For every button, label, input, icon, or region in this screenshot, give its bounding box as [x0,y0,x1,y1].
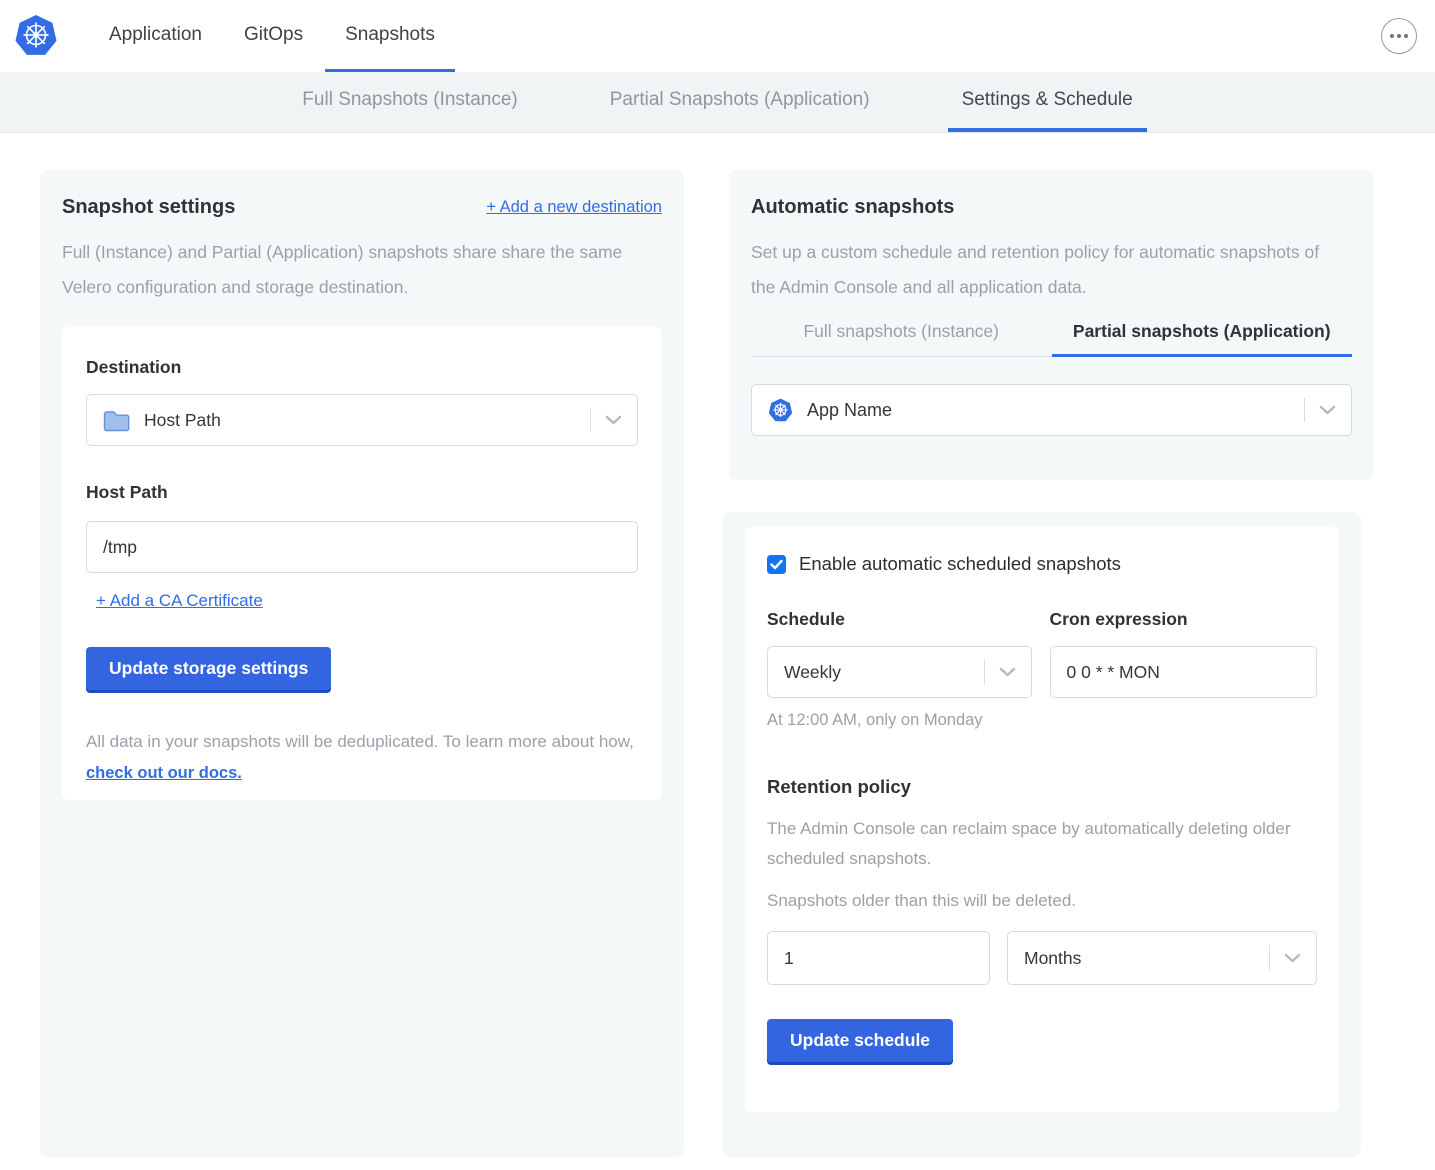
host-path-input[interactable] [86,521,638,573]
add-new-destination-link[interactable]: + Add a new destination [486,198,662,217]
storage-settings-panel: Destination Host Path Host Path + Add a … [62,327,662,800]
chevron-down-icon [1319,405,1336,416]
retention-unit-select[interactable]: Months [1007,931,1317,985]
cron-expression-input[interactable] [1050,646,1317,698]
dedup-footnote: All data in your snapshots will be dedup… [86,726,638,789]
destination-select[interactable]: Host Path [86,394,638,446]
schedule-card: Enable automatic scheduled snapshots Sch… [723,512,1361,1157]
snapshot-settings-description: Full (Instance) and Partial (Application… [62,235,662,305]
chevron-down-icon [999,667,1016,678]
automatic-snapshots-description: Set up a custom schedule and retention p… [751,235,1336,305]
schedule-interval-value: Weekly [784,662,841,683]
retention-policy-description: The Admin Console can reclaim space by a… [767,814,1297,874]
tab-full-snapshots-instance[interactable]: Full snapshots (Instance) [751,321,1052,357]
tab-partial-snapshots-application[interactable]: Partial snapshots (Application) [1052,321,1353,357]
top-navigation: Application GitOps Snapshots [88,0,456,72]
enable-snapshots-checkbox[interactable] [767,555,786,574]
snapshot-settings-title: Snapshot settings [62,196,235,219]
folder-icon [103,409,130,432]
add-ca-certificate-link[interactable]: + Add a CA Certificate [96,591,263,611]
update-schedule-button[interactable]: Update schedule [767,1019,953,1062]
top-header: Application GitOps Snapshots [0,0,1435,72]
automatic-snapshots-card: Automatic snapshots Set up a custom sche… [729,170,1374,480]
retention-hint: Snapshots older than this will be delete… [767,891,1317,911]
snapshot-scope-tabs: Full snapshots (Instance) Partial snapsh… [751,321,1352,357]
kubernetes-app-icon [768,398,793,423]
tab-application[interactable]: Application [89,0,222,72]
app-select-value: App Name [807,400,892,421]
schedule-interval-select[interactable]: Weekly [767,646,1032,698]
subnav-settings-schedule[interactable]: Settings & Schedule [948,72,1147,132]
subnav-partial-snapshots[interactable]: Partial Snapshots (Application) [596,72,884,132]
more-menu-button[interactable] [1381,18,1417,54]
automatic-snapshots-title: Automatic snapshots [751,196,1352,219]
app-select[interactable]: App Name [751,384,1352,436]
snapshot-settings-card: Snapshot settings + Add a new destinatio… [40,170,684,1157]
snapshots-subnav: Full Snapshots (Instance) Partial Snapsh… [0,72,1435,133]
retention-unit-value: Months [1024,948,1081,969]
cron-readable-hint: At 12:00 AM, only on Monday [767,711,1317,730]
chevron-down-icon [605,415,622,426]
schedule-label: Schedule [767,609,845,629]
docs-link[interactable]: check out our docs. [86,764,242,782]
enable-snapshots-label: Enable automatic scheduled snapshots [799,553,1121,575]
retention-policy-title: Retention policy [767,776,1317,798]
host-path-label: Host Path [86,482,638,503]
destination-label: Destination [86,357,638,378]
update-storage-settings-button[interactable]: Update storage settings [86,647,331,690]
tab-gitops[interactable]: GitOps [224,0,323,72]
subnav-full-snapshots[interactable]: Full Snapshots (Instance) [288,72,531,132]
schedule-panel: Enable automatic scheduled snapshots Sch… [745,527,1339,1112]
retention-amount-input[interactable] [767,931,990,985]
kubernetes-logo-icon [14,14,58,58]
destination-value: Host Path [144,410,221,431]
cron-expression-label: Cron expression [1050,609,1188,629]
tab-snapshots[interactable]: Snapshots [325,0,455,72]
ellipsis-icon [1390,34,1394,38]
chevron-down-icon [1284,953,1301,964]
checkmark-icon [770,559,783,570]
